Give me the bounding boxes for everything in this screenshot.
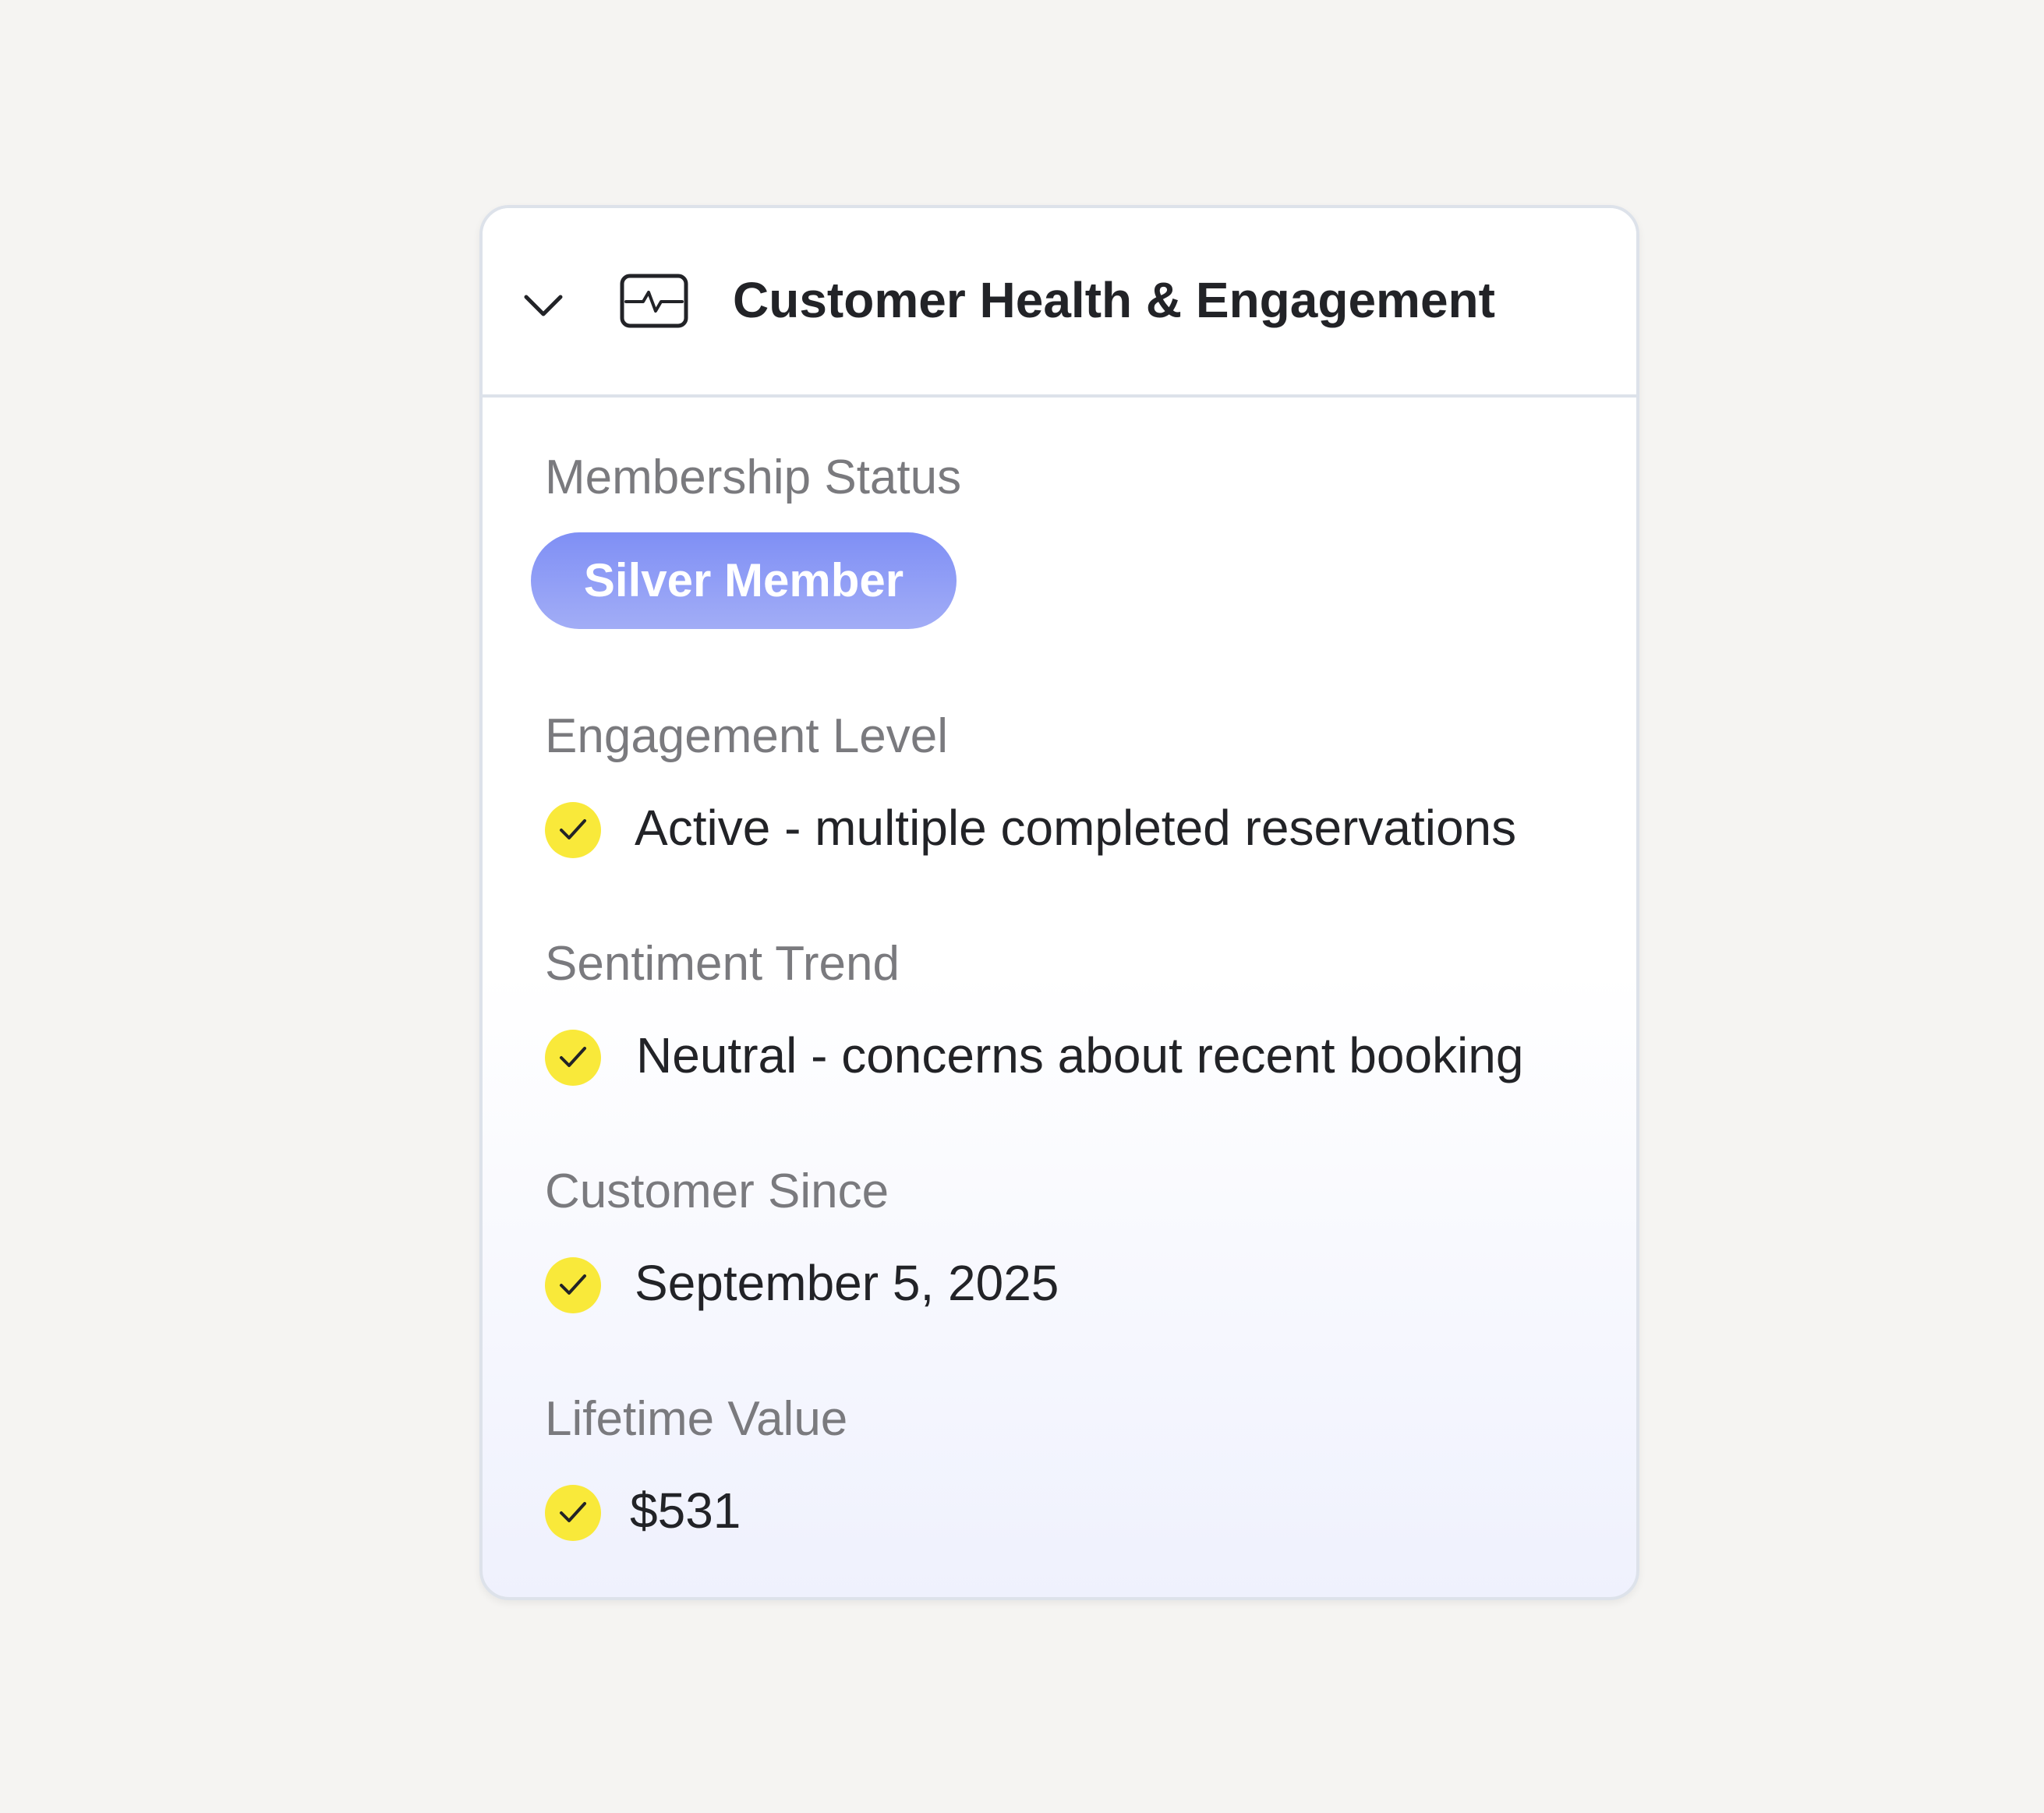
check-circle-icon [545,1485,601,1541]
customer-since-value: September 5, 2025 [635,1255,1059,1311]
card-title: Customer Health & Engagement [733,272,1495,328]
engagement-level-value: Active - multiple completed reservations [635,800,1517,856]
customer-health-card: Customer Health & Engagement Membership … [479,205,1639,1600]
lifetime-value-label: Lifetime Value [545,1392,848,1446]
check-circle-icon [545,802,601,858]
customer-since-label: Customer Since [545,1164,889,1218]
membership-badge: Silver Member [531,532,957,629]
card-header[interactable]: Customer Health & Engagement [483,208,1636,398]
membership-status-label: Membership Status [545,451,962,504]
check-circle-icon [545,1030,601,1086]
pulse-monitor-icon [620,274,688,328]
chevron-down-icon[interactable] [522,283,565,327]
sentiment-trend-value: Neutral - concerns about recent booking [636,1027,1524,1083]
engagement-level-label: Engagement Level [545,709,949,763]
check-circle-icon [545,1257,601,1313]
lifetime-value-value: $531 [630,1483,741,1539]
sentiment-trend-label: Sentiment Trend [545,937,900,991]
